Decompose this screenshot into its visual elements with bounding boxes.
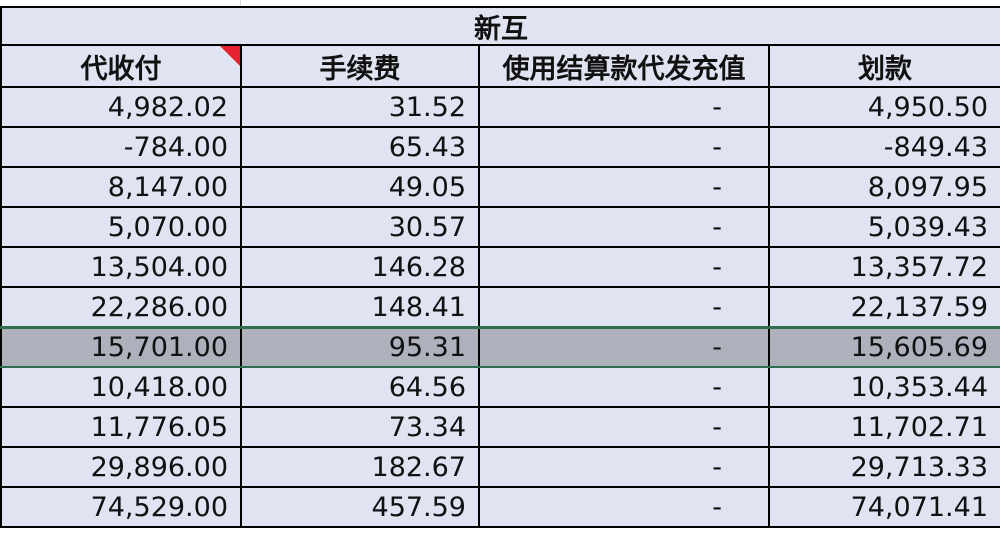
cell-settlement-recharge[interactable]: - xyxy=(480,88,770,128)
cell-collection-payment[interactable]: -784.00 xyxy=(0,128,242,168)
cell-collection-payment[interactable]: 10,418.00 xyxy=(0,368,242,408)
cell-transfer[interactable]: -849.43 xyxy=(770,128,1000,168)
cell-collection-payment[interactable]: 5,070.00 xyxy=(0,208,242,248)
cell-transfer[interactable]: 10,353.44 xyxy=(770,368,1000,408)
cell-fee[interactable]: 148.41 xyxy=(242,288,480,328)
cell-settlement-recharge[interactable]: - xyxy=(480,248,770,288)
cell-settlement-recharge[interactable]: - xyxy=(480,368,770,408)
cell-fee[interactable]: 30.57 xyxy=(242,208,480,248)
cell-fee[interactable]: 64.56 xyxy=(242,368,480,408)
cell-fee[interactable]: 73.34 xyxy=(242,408,480,448)
cell-transfer[interactable]: 74,071.41 xyxy=(770,488,1000,528)
cell-collection-payment[interactable]: 22,286.00 xyxy=(0,288,242,328)
cell-collection-payment[interactable]: 15,701.00 xyxy=(0,328,242,368)
header-cell-settlement-recharge[interactable]: 使用结算款代发充值 xyxy=(480,46,770,88)
selection-border-top xyxy=(0,326,1000,329)
cell-settlement-recharge[interactable]: - xyxy=(480,488,770,528)
cell-fee[interactable]: 31.52 xyxy=(242,88,480,128)
cell-transfer[interactable]: 4,950.50 xyxy=(770,88,1000,128)
group-header-cell[interactable]: 新互 xyxy=(0,6,1000,46)
header-cell-fee[interactable]: 手续费 xyxy=(242,46,480,88)
cell-transfer[interactable]: 29,713.33 xyxy=(770,448,1000,488)
cell-collection-payment[interactable]: 29,896.00 xyxy=(0,448,242,488)
cell-transfer[interactable]: 13,357.72 xyxy=(770,248,1000,288)
cell-fee[interactable]: 95.31 xyxy=(242,328,480,368)
cell-fee[interactable]: 146.28 xyxy=(242,248,480,288)
comment-indicator-icon[interactable] xyxy=(220,46,240,66)
cell-fee[interactable]: 49.05 xyxy=(242,168,480,208)
cell-collection-payment[interactable]: 4,982.02 xyxy=(0,88,242,128)
header-cell-transfer[interactable]: 划款 xyxy=(770,46,1000,88)
spreadsheet-grid: 新互 代收付 手续费 使用结算款代发充值 划款 4,982.02 31.52-4,… xyxy=(0,0,1000,536)
cell-settlement-recharge[interactable]: - xyxy=(480,328,770,368)
header-cell-collection-payment[interactable]: 代收付 xyxy=(0,46,242,88)
cell-transfer[interactable]: 22,137.59 xyxy=(770,288,1000,328)
cell-transfer[interactable]: 5,039.43 xyxy=(770,208,1000,248)
cell-settlement-recharge[interactable]: - xyxy=(480,408,770,448)
cell-fee[interactable]: 182.67 xyxy=(242,448,480,488)
cell-settlement-recharge[interactable]: - xyxy=(480,168,770,208)
cell-collection-payment[interactable]: 8,147.00 xyxy=(0,168,242,208)
cell-settlement-recharge[interactable]: - xyxy=(480,208,770,248)
cell-collection-payment[interactable]: 11,776.05 xyxy=(0,408,242,448)
cell-transfer[interactable]: 15,605.69 xyxy=(770,328,1000,368)
cell-fee[interactable]: 457.59 xyxy=(242,488,480,528)
cell-transfer[interactable]: 8,097.95 xyxy=(770,168,1000,208)
cell-settlement-recharge[interactable]: - xyxy=(480,448,770,488)
cell-fee[interactable]: 65.43 xyxy=(242,128,480,168)
cell-collection-payment[interactable]: 13,504.00 xyxy=(0,248,242,288)
cell-transfer[interactable]: 11,702.71 xyxy=(770,408,1000,448)
cell-settlement-recharge[interactable]: - xyxy=(480,288,770,328)
cell-collection-payment[interactable]: 74,529.00 xyxy=(0,488,242,528)
cell-settlement-recharge[interactable]: - xyxy=(480,128,770,168)
